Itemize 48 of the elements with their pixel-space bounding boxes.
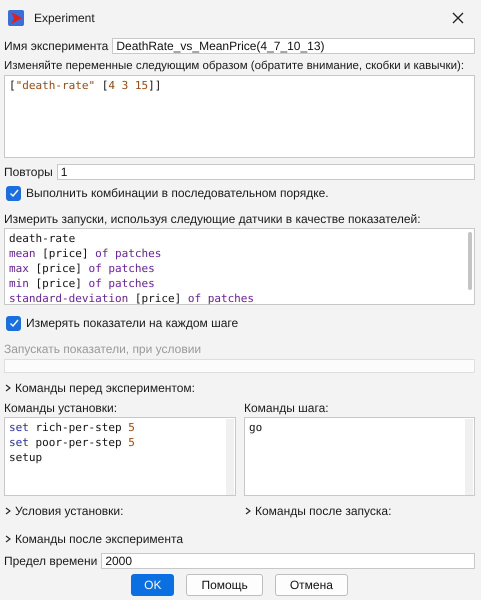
expander-toggle[interactable]: Условия установки:	[4, 502, 124, 520]
dialog-button[interactable]: Помощь	[186, 574, 263, 596]
code-editor[interactable]: go	[244, 417, 475, 496]
code-line: set rich-per-step 5	[9, 420, 136, 435]
code-line: set poor-per-step 5	[9, 435, 136, 450]
section-label: Команды установки:	[4, 401, 118, 416]
code-line: setup	[9, 450, 44, 465]
section-label: Изменяйте переменные следующим образом (обратите внимание, скобки и кавычки):	[4, 59, 464, 74]
checkbox[interactable]	[6, 186, 21, 200]
chevron-icon	[4, 535, 12, 543]
scrollbar[interactable]	[226, 419, 234, 495]
code-line: standard-deviation [price] of patches	[9, 291, 256, 306]
code-editor[interactable]: death-rate mean [price] of patches max [price] of patches min [price] of patches standard-deviation [price] of patches	[4, 228, 475, 305]
code-line: go	[249, 420, 264, 435]
scrollbar[interactable]	[465, 419, 473, 495]
field-label: Повторы	[4, 164, 53, 180]
checkbox[interactable]	[6, 316, 21, 330]
close-icon	[452, 12, 464, 24]
code-editor[interactable]: ["death-rate" [4 3 15]]	[4, 75, 475, 158]
field-label: Имя эксперимента	[4, 38, 108, 54]
section-label: Измерить запуски, используя следующие датчики в качестве показателей:	[4, 212, 422, 227]
repetitions-field[interactable]: 1	[56, 164, 475, 180]
checkbox-label: Измерять показатели на каждом шаге	[26, 316, 238, 330]
checkbox-label: Выполнить комбинации в последовательном порядке.	[26, 186, 329, 200]
scrollbar[interactable]	[468, 232, 472, 290]
app-logo-icon	[8, 10, 24, 26]
chevron-icon	[244, 507, 252, 515]
checkmark-icon	[8, 187, 20, 199]
window-title: Experiment	[34, 11, 96, 25]
code-line: max [price] of patches	[9, 261, 156, 276]
dialog-button[interactable]: Отмена	[274, 574, 348, 596]
expander-toggle[interactable]: Команды перед экспериментом:	[4, 379, 195, 397]
code-line: min [price] of patches	[9, 276, 156, 291]
checkmark-icon	[8, 317, 20, 329]
chevron-icon	[4, 384, 12, 392]
expander-toggle[interactable]: Команды после эксперимента	[4, 530, 183, 548]
code-line: ["death-rate" [4 3 15]]	[9, 78, 162, 93]
code-line: death-rate	[9, 231, 76, 246]
code-editor[interactable]: set rich-per-step 5 set poor-per-step 5 setup	[4, 417, 236, 496]
field-label: Предел времени	[4, 554, 98, 568]
code-line: mean [price] of patches	[9, 246, 162, 261]
section-label: Команды шага:	[244, 401, 330, 416]
section-label: Запускать показатели, при условии	[4, 342, 202, 357]
expander-toggle[interactable]: Команды после запуска:	[244, 502, 392, 520]
chevron-icon	[4, 507, 12, 515]
ok-button[interactable]: OK	[131, 574, 174, 596]
name-field[interactable]: DeathRate_vs_MeanPrice(4_7_10_13)	[112, 38, 475, 54]
time-limit-field[interactable]: 2000	[101, 553, 475, 569]
